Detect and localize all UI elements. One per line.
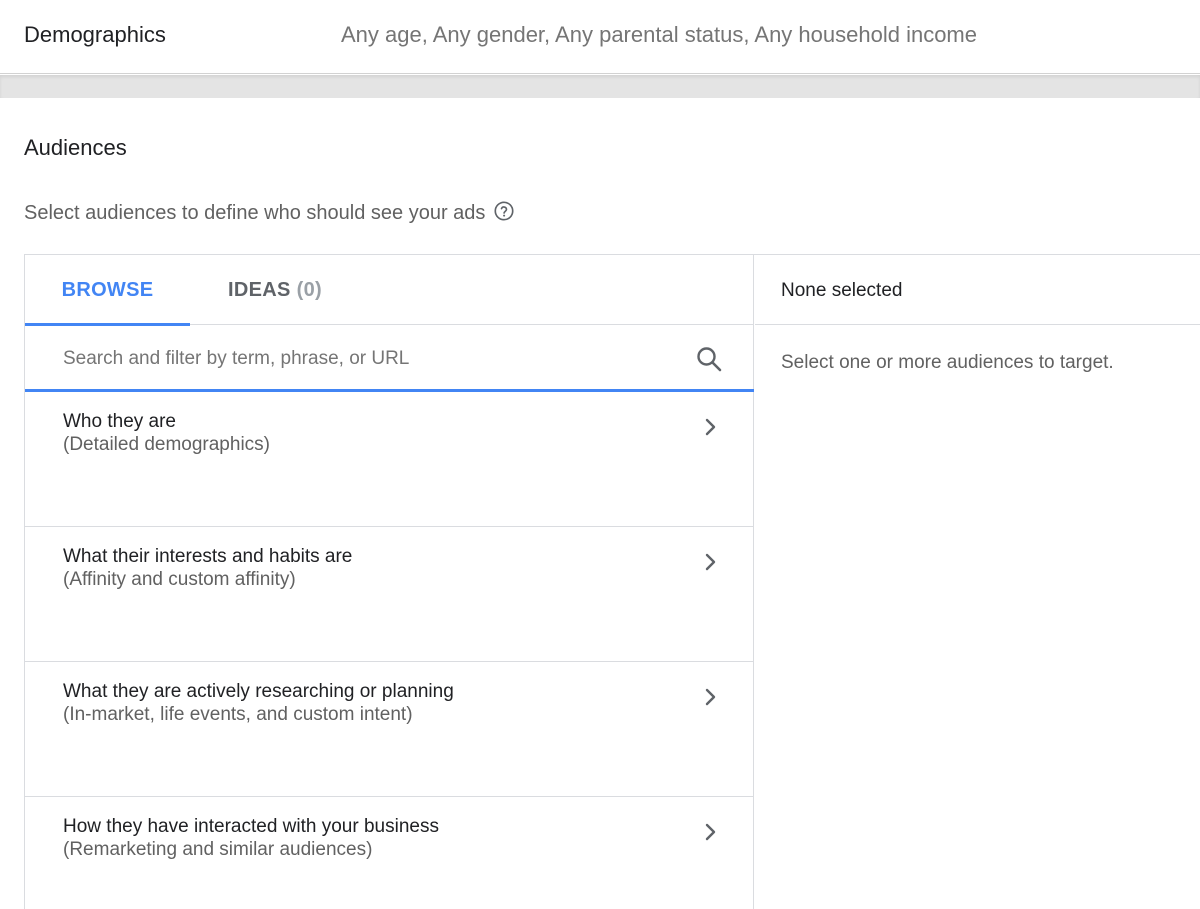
category-title: What their interests and habits are — [63, 546, 353, 567]
category-title: What they are actively researching or pl… — [63, 681, 454, 702]
category-subtitle: (In-market, life events, and custom inte… — [63, 704, 413, 725]
tab-ideas-label: IDEAS — [228, 278, 291, 301]
selection-header: None selected — [755, 255, 1200, 325]
search-icon[interactable] — [695, 345, 723, 373]
audiences-subtitle-text: Select audiences to define who should se… — [24, 202, 486, 224]
section-divider — [0, 75, 1200, 98]
tab-browse-label: BROWSE — [61, 278, 154, 301]
search-input[interactable] — [63, 345, 683, 373]
chevron-right-icon — [701, 686, 721, 708]
tab-bar: BROWSE IDEAS (0) — [25, 255, 754, 326]
demographics-row[interactable]: Demographics Any age, Any gender, Any pa… — [0, 0, 1200, 74]
chevron-right-icon — [701, 821, 721, 843]
category-subtitle: (Remarketing and similar audiences) — [63, 839, 373, 860]
category-title: How they have interacted with your busin… — [63, 816, 439, 837]
selection-panel: None selected Select one or more audienc… — [755, 255, 1200, 909]
category-subtitle: (Detailed demographics) — [63, 434, 270, 455]
category-who-they-are[interactable]: Who they are (Detailed demographics) — [25, 392, 754, 527]
tab-ideas-count: (0) — [296, 278, 322, 301]
browse-panel: BROWSE IDEAS (0) Who they are (Detailed … — [25, 255, 754, 909]
category-title: Who they are — [63, 411, 176, 432]
selection-hint: Select one or more audiences to target. — [781, 352, 1114, 373]
category-interests-habits[interactable]: What their interests and habits are (Aff… — [25, 527, 754, 662]
audiences-title: Audiences — [24, 135, 127, 160]
category-list: Who they are (Detailed demographics) Wha… — [25, 392, 754, 909]
category-researching-planning[interactable]: What they are actively researching or pl… — [25, 662, 754, 797]
demographics-label: Demographics — [24, 22, 166, 47]
selection-status: None selected — [781, 280, 903, 301]
audiences-subtitle: Select audiences to define who should se… — [24, 200, 515, 225]
tab-ideas[interactable]: IDEAS (0) — [190, 255, 360, 325]
category-interacted-business[interactable]: How they have interacted with your busin… — [25, 797, 754, 909]
chevron-right-icon — [701, 551, 721, 573]
help-circle-icon[interactable] — [493, 200, 515, 222]
tab-browse[interactable]: BROWSE — [25, 255, 190, 326]
category-subtitle: (Affinity and custom affinity) — [63, 569, 296, 590]
search-bar — [25, 325, 754, 392]
audience-picker: BROWSE IDEAS (0) Who they are (Detailed … — [24, 254, 1200, 909]
chevron-right-icon — [701, 416, 721, 438]
demographics-value: Any age, Any gender, Any parental status… — [341, 22, 977, 47]
